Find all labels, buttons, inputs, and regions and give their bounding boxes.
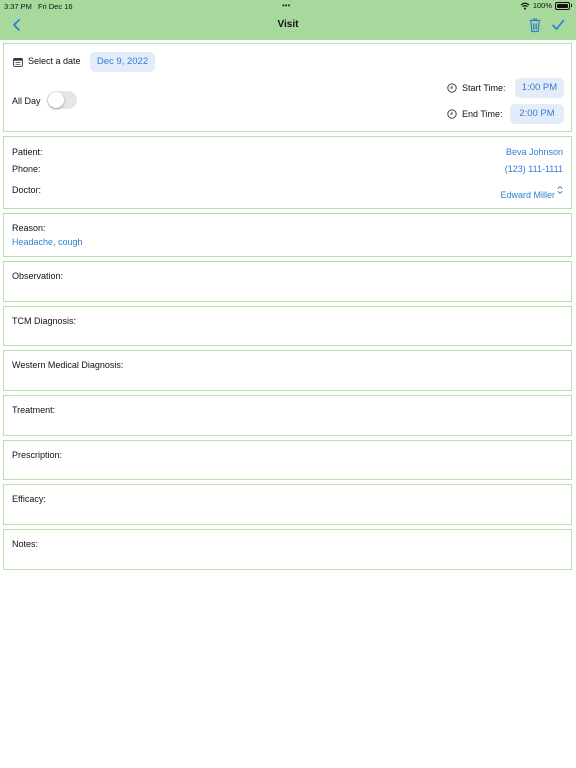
multitasking-dots[interactable]: ••• — [282, 1, 290, 10]
prescription-field[interactable]: Prescription: — [3, 440, 572, 480]
battery-icon — [555, 1, 570, 10]
western-diagnosis-field[interactable]: Western Medical Diagnosis: — [3, 350, 572, 391]
status-time: 3:37 PM Fri Dec 16 — [4, 2, 73, 11]
battery-percent: 100% — [532, 1, 552, 10]
observation-field[interactable]: Observation: — [3, 261, 572, 302]
page-title: Visit — [277, 19, 299, 30]
patient-info-card: Patient: Beva Johnson Phone: (123) 111-1… — [3, 136, 572, 209]
all-day-toggle[interactable] — [47, 91, 77, 109]
phone-link[interactable]: (123) 111-1111 — [505, 164, 563, 174]
end-time-label: End Time: — [462, 109, 503, 119]
notes-label: Notes: — [12, 539, 39, 549]
tcm-diagnosis-label: TCM Diagnosis: — [12, 316, 77, 326]
date-picker-button[interactable]: Dec 9, 2022 — [90, 52, 155, 72]
doctor-value: Edward Miller — [500, 190, 555, 200]
all-day-label: All Day — [12, 96, 41, 106]
status-date: Fri Dec 16 — [37, 2, 73, 11]
phone-label: Phone: — [12, 164, 41, 174]
chevron-up-down-icon[interactable] — [557, 185, 563, 195]
end-time-button[interactable]: 2:00 PM — [510, 104, 564, 124]
observation-label: Observation: — [12, 271, 64, 281]
tcm-diagnosis-field[interactable]: TCM Diagnosis: — [3, 306, 572, 346]
status-clock: 3:37 PM — [4, 2, 32, 11]
doctor-picker[interactable]: Edward Miller — [500, 185, 555, 200]
trash-icon[interactable] — [528, 17, 542, 33]
prescription-label: Prescription: — [12, 450, 63, 460]
calendar-icon — [13, 57, 23, 67]
start-time-button[interactable]: 1:00 PM — [515, 78, 564, 98]
status-indicators: 100% — [520, 1, 572, 10]
reason-card[interactable]: Reason: Headache, cough — [3, 213, 572, 257]
western-diagnosis-label: Western Medical Diagnosis: — [12, 360, 124, 370]
datetime-card: Select a date Dec 9, 2022 All Day Start … — [3, 43, 572, 132]
notes-field[interactable]: Notes: — [3, 529, 572, 570]
treatment-label: Treatment: — [12, 405, 56, 415]
clock-icon — [447, 83, 457, 93]
clock-icon — [447, 109, 457, 119]
checkmark-icon[interactable] — [551, 18, 565, 32]
start-time-label: Start Time: — [462, 83, 506, 93]
efficacy-label: Efficacy: — [12, 494, 46, 504]
doctor-label: Doctor: — [12, 185, 42, 195]
battery-nub — [571, 4, 572, 7]
navigation-bar: 3:37 PM Fri Dec 16 ••• 100% Visit — [0, 0, 576, 40]
select-date-label: Select a date — [28, 56, 81, 66]
efficacy-field[interactable]: Efficacy: — [3, 484, 572, 525]
toggle-knob — [48, 92, 64, 108]
treatment-field[interactable]: Treatment: — [3, 395, 572, 436]
patient-label: Patient: — [12, 147, 43, 157]
reason-value[interactable]: Headache, cough — [12, 237, 83, 247]
wifi-icon — [520, 2, 530, 10]
reason-label: Reason: — [12, 223, 46, 233]
patient-link[interactable]: Beva Johnson — [506, 147, 563, 157]
